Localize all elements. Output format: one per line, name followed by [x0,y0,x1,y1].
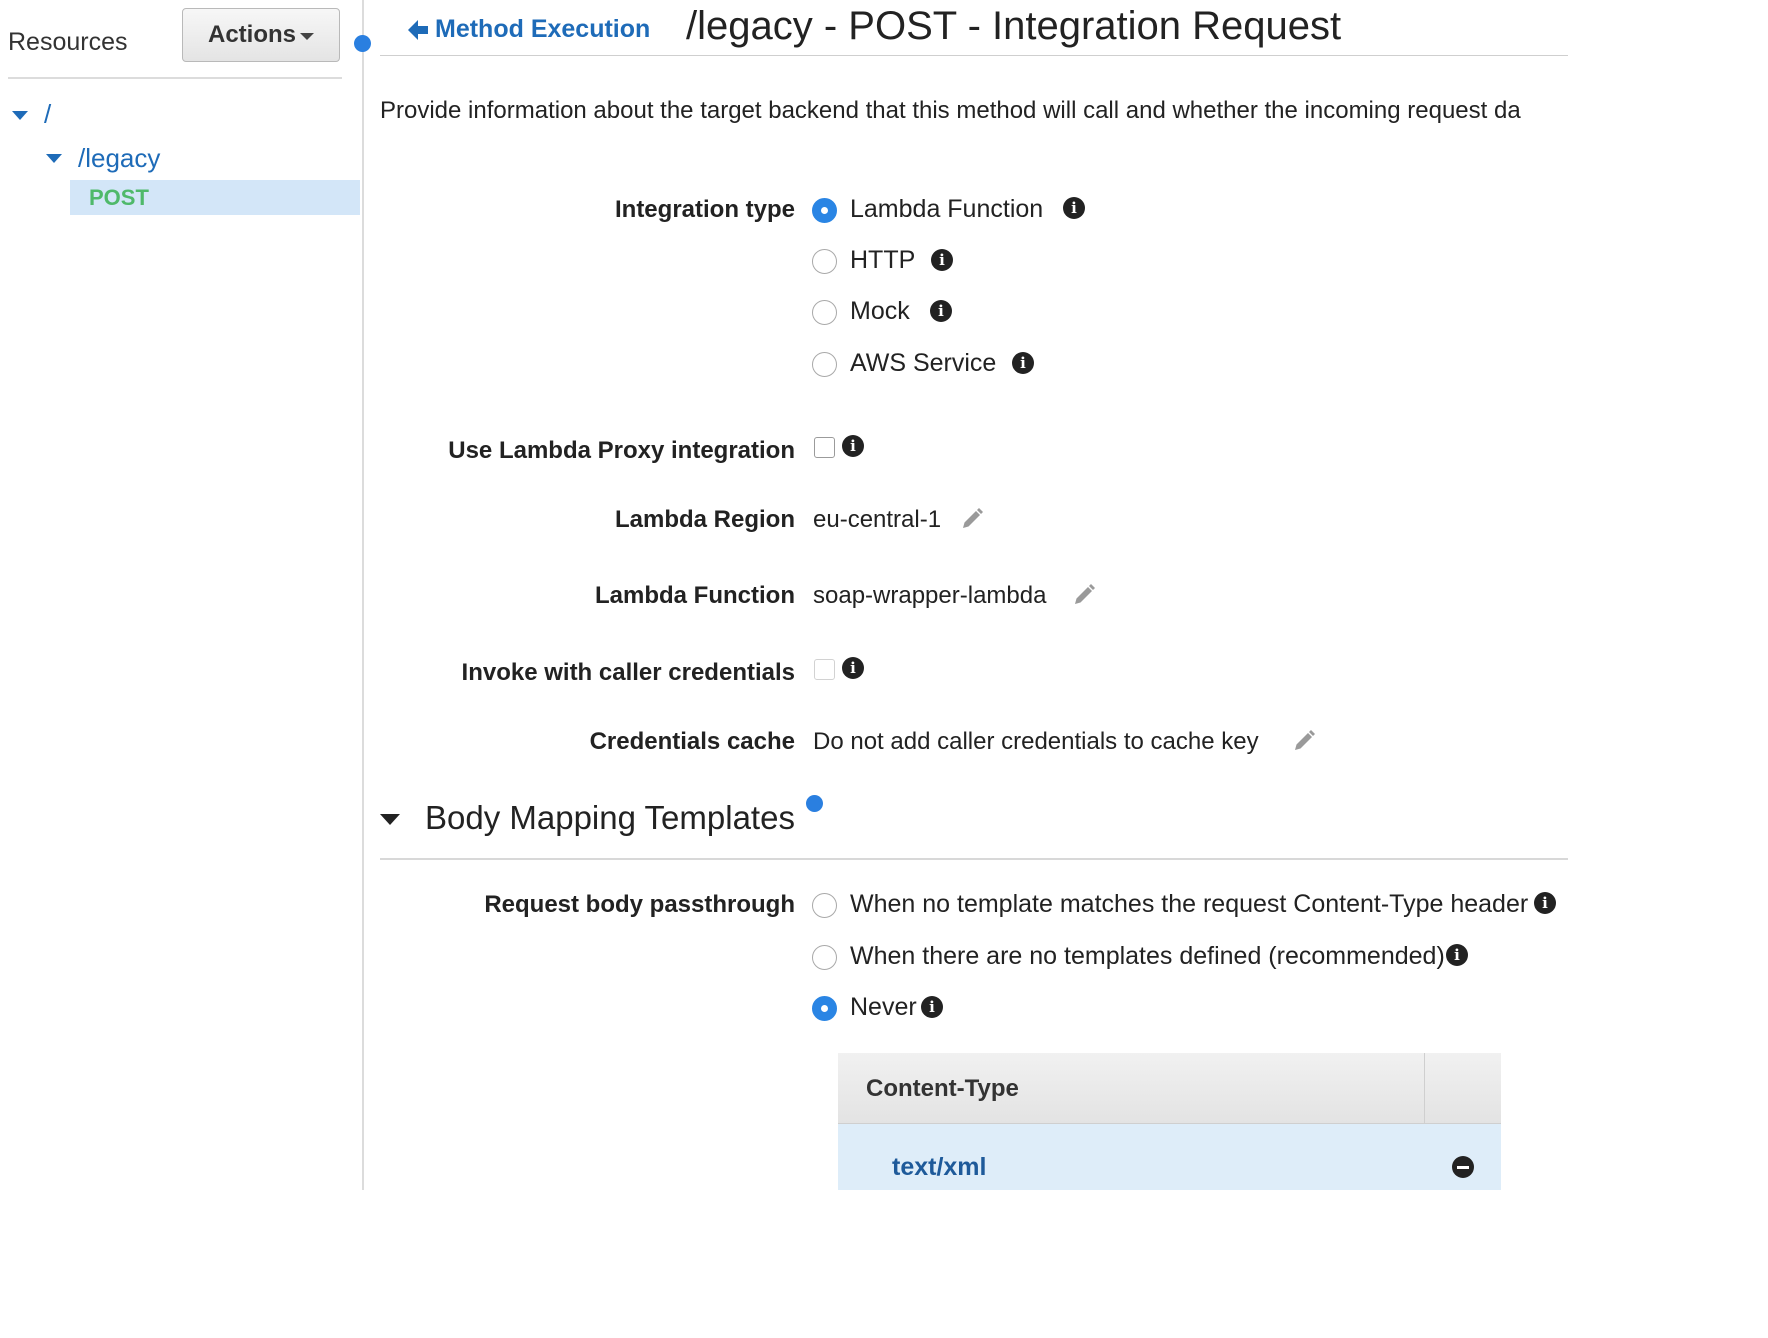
resources-sidebar [0,0,364,1190]
method-execution-link[interactable]: Method Execution [435,15,650,44]
info-icon[interactable]: i [1446,944,1468,966]
lambda-proxy-checkbox[interactable] [814,437,835,458]
radio-http-label[interactable]: HTTP [850,246,915,275]
caret-down-icon [300,32,314,40]
radio-lambda-function[interactable] [812,198,837,223]
resources-title: Resources [8,28,128,56]
integration-type-label: Integration type [614,196,795,223]
radio-http[interactable] [812,249,837,274]
radio-passthrough-when-no-templates[interactable] [812,945,837,970]
credentials-cache-value: Do not add caller credentials to cache k… [813,728,1259,755]
status-dot [354,35,371,52]
page-title: /legacy - POST - Integration Request [686,4,1342,48]
content-type-value[interactable]: text/xml [892,1153,986,1182]
page-description: Provide information about the target bac… [380,97,1521,124]
radio-mock-label[interactable]: Mock [850,297,910,326]
tree-expand-legacy-icon[interactable] [46,154,62,163]
info-icon[interactable]: i [1012,352,1034,374]
radio-lambda-function-label[interactable]: Lambda Function [850,195,1043,224]
radio-passthrough-never-label[interactable]: Never [850,993,917,1022]
info-icon[interactable]: i [842,657,864,679]
section-collapse-icon[interactable] [380,814,400,825]
lambda-function-value: soap-wrapper-lambda [813,582,1047,609]
credentials-cache-label: Credentials cache [589,728,795,755]
sidebar-divider [8,77,342,79]
info-icon[interactable]: i [931,249,953,271]
back-arrow-icon[interactable] [406,17,430,43]
invoke-caller-credentials-label: Invoke with caller credentials [461,659,795,686]
tree-node-post-label[interactable]: POST [89,185,149,211]
info-icon[interactable]: i [1534,892,1556,914]
table-header: Content-Type [838,1053,1501,1124]
info-icon[interactable]: i [921,996,943,1018]
column-divider [1424,1053,1425,1123]
header-divider [380,55,1568,56]
lambda-region-value: eu-central-1 [813,506,942,533]
pencil-edit-icon[interactable] [1072,583,1096,607]
status-dot [806,795,823,812]
actions-label: Actions [207,21,296,48]
radio-mock[interactable] [812,300,837,325]
content-type-column-header: Content-Type [866,1075,1019,1102]
lambda-region-label: Lambda Region [614,506,795,533]
radio-passthrough-when-no-match-label[interactable]: When no template matches the request Con… [850,890,1528,919]
request-body-passthrough-label: Request body passthrough [484,891,795,918]
radio-passthrough-when-no-templates-label[interactable]: When there are no templates defined (rec… [850,942,1445,971]
body-mapping-templates-heading[interactable]: Body Mapping Templates [425,799,795,837]
tree-node-root[interactable]: / [44,99,51,130]
remove-circle-icon[interactable] [1452,1156,1474,1178]
invoke-caller-credentials-checkbox[interactable] [814,659,835,680]
radio-passthrough-never[interactable] [812,996,837,1021]
section-divider [380,858,1568,860]
tree-expand-root-icon[interactable] [12,111,28,120]
info-icon[interactable]: i [842,435,864,457]
pencil-edit-icon[interactable] [960,507,984,531]
actions-dropdown-button[interactable]: Actions [182,8,340,62]
radio-passthrough-when-no-match[interactable] [812,893,837,918]
lambda-function-label: Lambda Function [595,582,795,609]
table-row[interactable]: text/xml [838,1124,1501,1190]
info-icon[interactable]: i [930,300,952,322]
tree-node-legacy[interactable]: /legacy [78,143,160,174]
pencil-edit-icon[interactable] [1292,729,1316,753]
lambda-proxy-label: Use Lambda Proxy integration [448,437,795,464]
radio-aws-service[interactable] [812,352,837,377]
content-type-table: Content-Type text/xml [838,1053,1501,1190]
info-icon[interactable]: i [1063,197,1085,219]
radio-aws-service-label[interactable]: AWS Service [850,349,996,378]
